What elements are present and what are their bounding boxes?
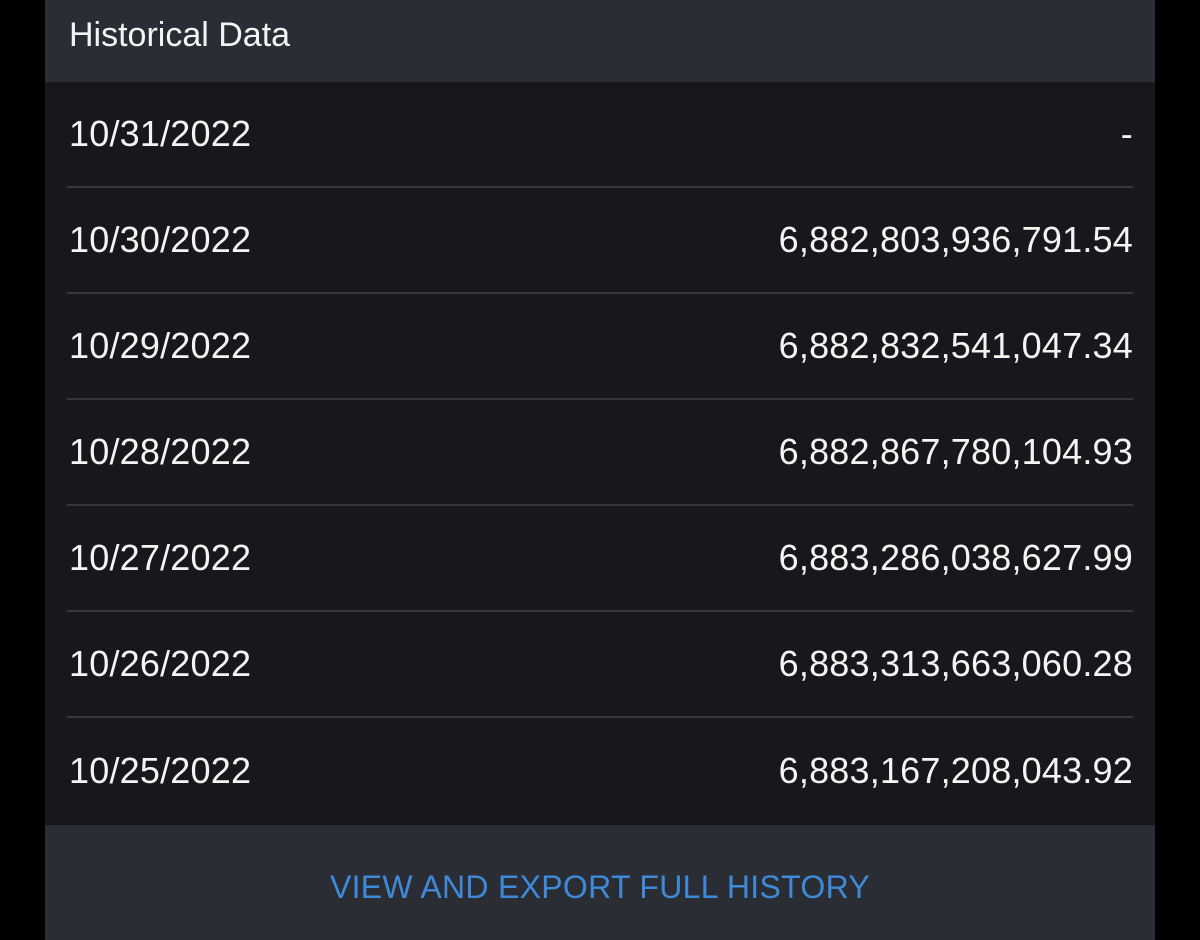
row-date: 10/30/2022	[69, 219, 252, 260]
historical-data-card: Historical Data 10/31/2022 - 10/30/2022 …	[45, 0, 1155, 940]
row-date: 10/25/2022	[69, 750, 252, 791]
list-item: 10/27/2022 6,883,286,038,627.99	[67, 506, 1133, 612]
list-item: 10/26/2022 6,883,313,663,060.28	[67, 612, 1133, 718]
list-item: 10/30/2022 6,882,803,936,791.54	[67, 188, 1133, 294]
list-item: 10/31/2022 -	[67, 82, 1133, 188]
row-value: -	[1120, 113, 1133, 154]
view-export-history-link[interactable]: VIEW AND EXPORT FULL HISTORY	[330, 869, 870, 906]
card-title: Historical Data	[69, 15, 291, 54]
card-footer: VIEW AND EXPORT FULL HISTORY	[45, 825, 1155, 940]
card-header: Historical Data	[45, 0, 1155, 82]
list-item: 10/25/2022 6,883,167,208,043.92	[67, 718, 1133, 824]
row-date: 10/28/2022	[69, 431, 252, 472]
row-value: 6,882,867,780,104.93	[778, 431, 1133, 472]
row-value: 6,882,832,541,047.34	[778, 325, 1133, 366]
row-date: 10/26/2022	[69, 643, 252, 684]
row-date: 10/29/2022	[69, 325, 252, 366]
list-item: 10/28/2022 6,882,867,780,104.93	[67, 400, 1133, 506]
history-list: 10/31/2022 - 10/30/2022 6,882,803,936,79…	[45, 82, 1155, 824]
row-date: 10/31/2022	[69, 113, 252, 154]
row-value: 6,883,286,038,627.99	[778, 537, 1133, 578]
list-item: 10/29/2022 6,882,832,541,047.34	[67, 294, 1133, 400]
row-value: 6,882,803,936,791.54	[778, 219, 1133, 260]
row-date: 10/27/2022	[69, 537, 252, 578]
row-value: 6,883,167,208,043.92	[778, 750, 1133, 791]
row-value: 6,883,313,663,060.28	[778, 643, 1133, 684]
